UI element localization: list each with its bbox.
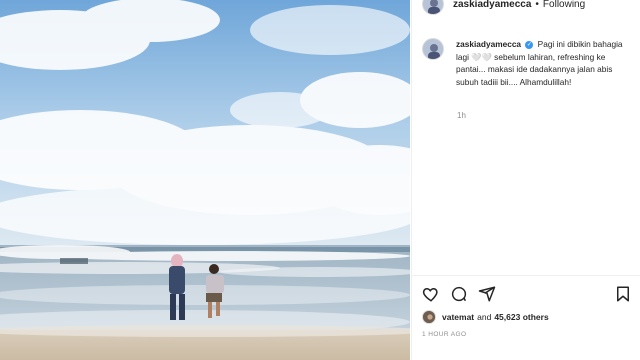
verified-badge-icon: ✓ <box>525 40 534 49</box>
liked-by-joiner: and <box>477 312 492 322</box>
caption-avatar[interactable] <box>422 38 444 60</box>
liked-by-user[interactable]: vatemat <box>442 312 474 322</box>
caption-comment: zaskiadyamecca ✓ Pagi ini dibikin bahagi… <box>422 38 627 88</box>
caption-timestamp[interactable]: 1h <box>457 111 466 120</box>
comment-icon[interactable] <box>450 285 468 308</box>
likes-summary: vatemat and 45,623 others <box>422 310 549 324</box>
action-bar <box>422 285 632 305</box>
post-photo[interactable] <box>0 0 410 360</box>
liker-avatar[interactable] <box>422 310 436 324</box>
following-button[interactable]: Following <box>543 0 585 10</box>
heart-icon[interactable] <box>422 285 440 308</box>
author-username[interactable]: zaskiadyamecca <box>453 0 531 10</box>
separator-dot: • <box>535 0 539 10</box>
likes-count[interactable]: 45,623 others <box>494 312 548 322</box>
post-time-ago[interactable]: 1 HOUR AGO <box>422 331 466 338</box>
bookmark-icon[interactable] <box>614 285 632 308</box>
author-avatar[interactable] <box>422 0 444 15</box>
caption-username[interactable]: zaskiadyamecca <box>456 39 521 49</box>
post-header: zaskiadyamecca • Following <box>412 0 640 16</box>
actions-divider <box>412 275 640 276</box>
beach-photo <box>0 0 410 360</box>
caption-text-block: zaskiadyamecca ✓ Pagi ini dibikin bahagi… <box>456 38 627 88</box>
post-side-panel: zaskiadyamecca • Following zaskiadyamecc… <box>411 0 640 360</box>
send-icon[interactable] <box>478 285 496 308</box>
